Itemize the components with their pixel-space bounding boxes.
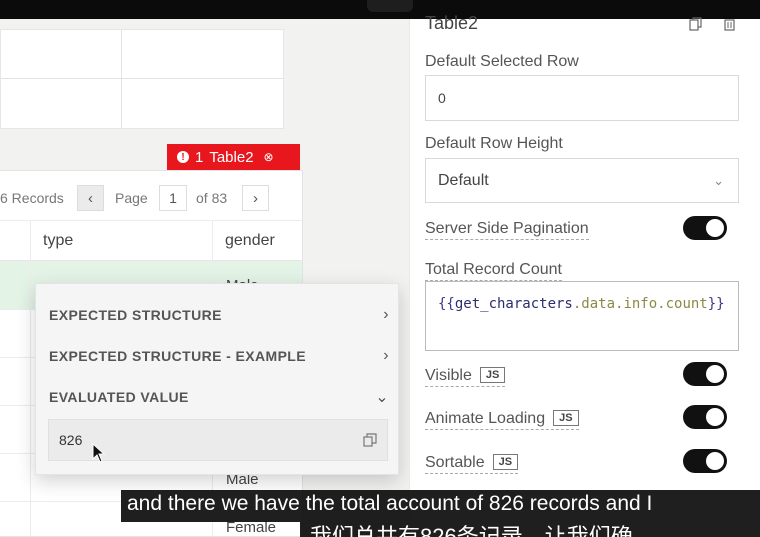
chevron-down-icon: ⌄ bbox=[713, 172, 724, 188]
evaluated-value: 826 bbox=[59, 432, 83, 448]
table-pager: 6 Records ‹ Page 1 of 83 › bbox=[0, 171, 302, 221]
expected-structure-example-row[interactable]: EXPECTED STRUCTURE - EXAMPLE › bbox=[49, 346, 389, 366]
property-help-popover: EXPECTED STRUCTURE › EXPECTED STRUCTURE … bbox=[35, 283, 399, 475]
sortable-toggle[interactable] bbox=[683, 449, 727, 473]
canvas-grid-block bbox=[0, 29, 284, 129]
server-side-pagination-label: Server Side Pagination bbox=[425, 220, 589, 240]
table-header: type gender bbox=[0, 221, 302, 261]
js-toggle-button[interactable]: JS bbox=[492, 454, 519, 470]
default-selected-row-input[interactable]: 0 bbox=[425, 75, 739, 121]
evaluated-value-row[interactable]: EVALUATED VALUE ⌄ bbox=[49, 387, 389, 407]
visible-toggle[interactable] bbox=[683, 362, 727, 386]
records-count: 6 Records bbox=[0, 190, 64, 206]
widget-name: Table2 bbox=[209, 148, 254, 166]
sortable-label: Sortable JS bbox=[425, 454, 519, 474]
previous-page-button[interactable]: ‹ bbox=[77, 185, 104, 211]
delete-icon[interactable] bbox=[723, 17, 736, 31]
settings-icon[interactable]: ⊗ bbox=[264, 150, 274, 164]
video-subtitle-chinese: 我们总共有826条记录，让我们确 bbox=[300, 522, 760, 537]
animate-loading-label: Animate Loading JS bbox=[425, 410, 579, 430]
widget-name-tag[interactable]: ! 1 Table2 ⊗ bbox=[167, 144, 300, 170]
error-count: 1 bbox=[195, 148, 204, 166]
top-bar bbox=[0, 0, 760, 19]
copy-icon[interactable] bbox=[363, 433, 377, 447]
video-subtitle-english: and there we have the total account of 8… bbox=[121, 490, 760, 522]
chevron-down-icon: ⌄ bbox=[375, 389, 389, 406]
total-record-count-code-input[interactable]: {{get_characters.data.info.count}} bbox=[425, 281, 739, 351]
property-pane: Table2 Default Selected Row 0 Default Ro… bbox=[409, 13, 760, 537]
default-selected-row-label: Default Selected Row bbox=[425, 53, 579, 70]
widget-title[interactable]: Table2 bbox=[425, 13, 478, 29]
chevron-right-icon: › bbox=[383, 306, 389, 323]
visible-label: Visible JS bbox=[425, 367, 506, 387]
next-page-button[interactable]: › bbox=[242, 185, 269, 211]
page-total: of 83 bbox=[196, 190, 228, 206]
animate-loading-toggle[interactable] bbox=[683, 405, 727, 429]
top-tab[interactable] bbox=[367, 0, 413, 12]
default-row-height-select[interactable]: Default ⌄ bbox=[425, 158, 739, 203]
page-label: Page bbox=[115, 190, 148, 206]
chevron-left-icon: ‹ bbox=[88, 189, 93, 207]
expected-structure-row[interactable]: EXPECTED STRUCTURE › bbox=[49, 305, 389, 325]
js-toggle-button[interactable]: JS bbox=[553, 410, 579, 426]
copy-widget-icon[interactable] bbox=[689, 17, 702, 31]
chevron-right-icon: › bbox=[383, 347, 389, 364]
default-row-height-label: Default Row Height bbox=[425, 135, 563, 152]
mouse-cursor-icon bbox=[92, 443, 106, 463]
error-icon: ! bbox=[177, 151, 189, 163]
server-side-pagination-toggle[interactable] bbox=[683, 216, 727, 240]
page-number-input[interactable]: 1 bbox=[159, 185, 187, 211]
column-header-gender[interactable]: gender bbox=[212, 221, 303, 261]
total-record-count-label: Total Record Count bbox=[425, 261, 562, 281]
js-toggle-button[interactable]: JS bbox=[479, 367, 506, 383]
column-header-type[interactable]: type bbox=[30, 221, 212, 261]
chevron-right-icon: › bbox=[253, 189, 258, 207]
